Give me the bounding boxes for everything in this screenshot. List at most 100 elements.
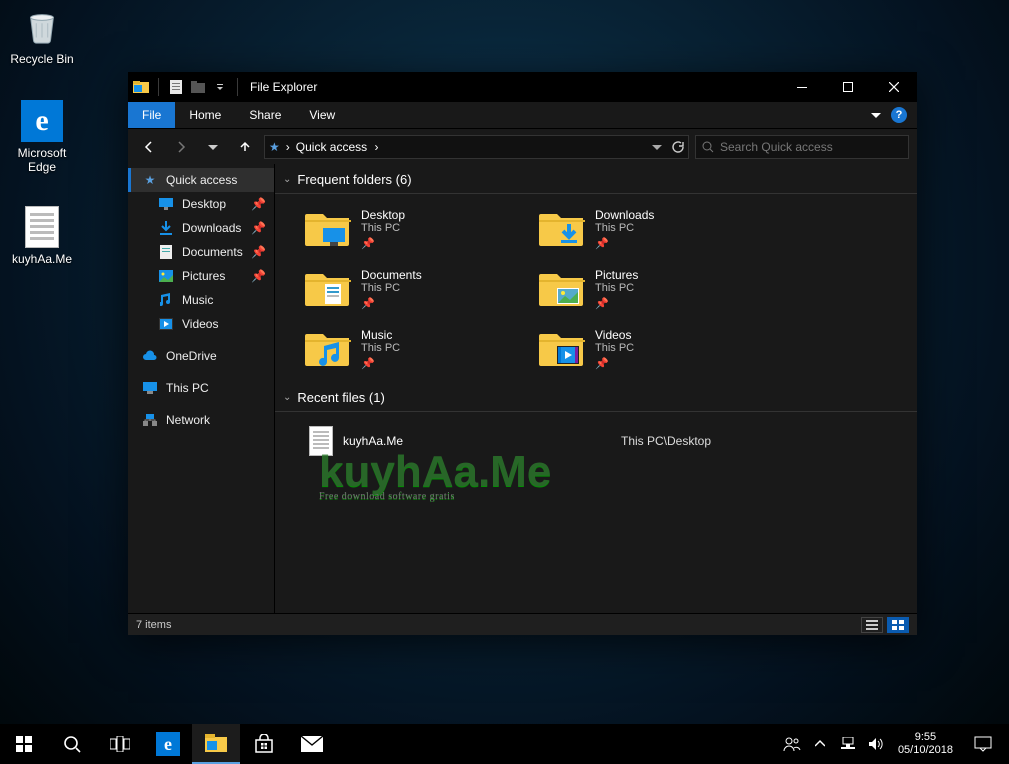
navpane-quick-access[interactable]: ★ Quick access [128, 168, 274, 192]
folder-location: This PC [595, 282, 638, 294]
folder-icon [305, 328, 351, 368]
folder-icon [305, 208, 351, 248]
pin-icon: 📌 [361, 357, 375, 370]
folder-item-videos[interactable]: VideosThis PC 📌 [539, 328, 767, 372]
titlebar[interactable]: File Explorer [128, 72, 917, 102]
ribbon: File Home Share View ? [128, 102, 917, 129]
nav-up-button[interactable] [232, 134, 258, 160]
taskbar-store-button[interactable] [240, 724, 288, 764]
desktop-icon [158, 196, 174, 212]
tray-overflow-icon[interactable] [808, 724, 832, 764]
navpane-onedrive[interactable]: OneDrive [128, 344, 274, 368]
downloads-icon [158, 220, 174, 236]
content-pane: ⌄ Frequent folders (6) DesktopThis PC📌Do… [275, 164, 917, 613]
desktop-icon-recycle-bin[interactable]: Recycle Bin [4, 6, 80, 66]
desktop-icon-label: Microsoft Edge [4, 146, 80, 174]
documents-icon [158, 244, 174, 260]
status-bar: 7 items [128, 613, 917, 635]
view-large-icons-button[interactable] [887, 617, 909, 633]
taskbar-search-button[interactable] [48, 724, 96, 764]
minimize-button[interactable] [779, 72, 825, 102]
folder-item-documents[interactable]: DocumentsThis PC📌 [305, 268, 533, 312]
navpane-pictures[interactable]: Pictures📌 [128, 264, 274, 288]
search-placeholder: Search Quick access [720, 140, 833, 154]
videos-icon [158, 316, 174, 332]
ribbon-tab-home[interactable]: Home [175, 102, 235, 128]
window-title: File Explorer [250, 80, 317, 94]
pictures-icon [158, 268, 174, 284]
refresh-icon[interactable] [670, 140, 684, 154]
qat-dropdown-icon[interactable] [211, 78, 229, 96]
desktop-icon-label: kuyhAa.Me [12, 252, 72, 266]
folder-location: This PC [361, 222, 405, 234]
navpane-music[interactable]: Music [128, 288, 274, 312]
view-details-button[interactable] [861, 617, 883, 633]
navpane-videos[interactable]: Videos [128, 312, 274, 336]
breadcrumb-quick-access[interactable]: Quick access › [296, 140, 379, 154]
folder-name: Pictures [595, 268, 638, 282]
folder-item-desktop[interactable]: DesktopThis PC📌 [305, 208, 533, 252]
chevron-down-icon: ⌄ [283, 392, 291, 403]
navpane-documents[interactable]: Documents📌 [128, 240, 274, 264]
pin-icon: 📌 [251, 221, 266, 235]
recycle-bin-icon [21, 6, 63, 48]
maximize-button[interactable] [825, 72, 871, 102]
folder-location: This PC [361, 342, 400, 354]
edge-icon: e [21, 100, 63, 142]
folder-item-music[interactable]: MusicThis PC📌 [305, 328, 533, 372]
folder-item-pictures[interactable]: PicturesThis PC📌 [539, 268, 767, 312]
taskbar-edge-button[interactable]: e [144, 724, 192, 764]
folder-item-downloads[interactable]: DownloadsThis PC📌 [539, 208, 767, 252]
nav-recent-dropdown[interactable] [200, 134, 226, 160]
taskbar-mail-button[interactable] [288, 724, 336, 764]
start-button[interactable] [0, 724, 48, 764]
help-button[interactable]: ? [891, 107, 907, 123]
taskbar-explorer-button[interactable] [192, 724, 240, 764]
network-tray-icon[interactable] [836, 724, 860, 764]
pin-icon: 📌 [361, 297, 375, 310]
folder-name: Videos [595, 328, 634, 342]
address-dropdown-icon[interactable] [652, 142, 662, 152]
navpane-desktop[interactable]: Desktop📌 [128, 192, 274, 216]
ribbon-tab-share[interactable]: Share [235, 102, 295, 128]
navigation-pane: ★ Quick access Desktop📌 Downloads📌 Docum… [128, 164, 275, 613]
address-bar[interactable]: ★ › Quick access › [264, 135, 689, 159]
recent-file-item[interactable]: kuyhAa.MeThis PC\Desktop [275, 412, 917, 456]
qat-properties-icon[interactable] [167, 78, 185, 96]
navpane-this-pc[interactable]: This PC [128, 376, 274, 400]
taskbar-clock[interactable]: 9:55 05/10/2018 [892, 731, 959, 757]
folder-name: Desktop [361, 208, 405, 222]
pin-icon: 📌 [595, 237, 609, 250]
navpane-downloads[interactable]: Downloads📌 [128, 216, 274, 240]
group-recent-files[interactable]: ⌄ Recent files (1) [275, 384, 917, 412]
status-text: 7 items [136, 619, 171, 631]
cloud-icon [142, 348, 158, 364]
volume-tray-icon[interactable] [864, 724, 888, 764]
recent-file-name: kuyhAa.Me [343, 434, 611, 448]
folder-location: This PC [595, 342, 634, 354]
action-center-button[interactable] [963, 724, 1003, 764]
nav-forward-button[interactable] [168, 134, 194, 160]
close-button[interactable] [871, 72, 917, 102]
music-icon [158, 292, 174, 308]
desktop-icon-kuyhaa-me[interactable]: kuyhAa.Me [4, 206, 80, 266]
ribbon-tab-file[interactable]: File [128, 102, 175, 128]
ribbon-expand-icon[interactable] [871, 110, 881, 120]
navpane-network[interactable]: Network [128, 408, 274, 432]
search-input[interactable]: Search Quick access [695, 135, 909, 159]
explorer-app-icon [132, 78, 150, 96]
pin-icon: 📌 [595, 357, 609, 370]
task-view-button[interactable] [96, 724, 144, 764]
star-icon: ★ [142, 172, 158, 188]
this-pc-icon [142, 380, 158, 396]
group-frequent-folders[interactable]: ⌄ Frequent folders (6) [275, 166, 917, 194]
address-bar-row: ★ › Quick access › Search Quick access [128, 129, 917, 164]
text-file-icon [21, 206, 63, 248]
desktop-icon-microsoft-edge[interactable]: e Microsoft Edge [4, 100, 80, 174]
ribbon-tab-view[interactable]: View [295, 102, 349, 128]
desktop-icon-label: Recycle Bin [10, 52, 73, 66]
qat-new-folder-icon[interactable] [189, 78, 207, 96]
folder-icon [539, 328, 585, 368]
people-icon[interactable] [780, 724, 804, 764]
nav-back-button[interactable] [136, 134, 162, 160]
